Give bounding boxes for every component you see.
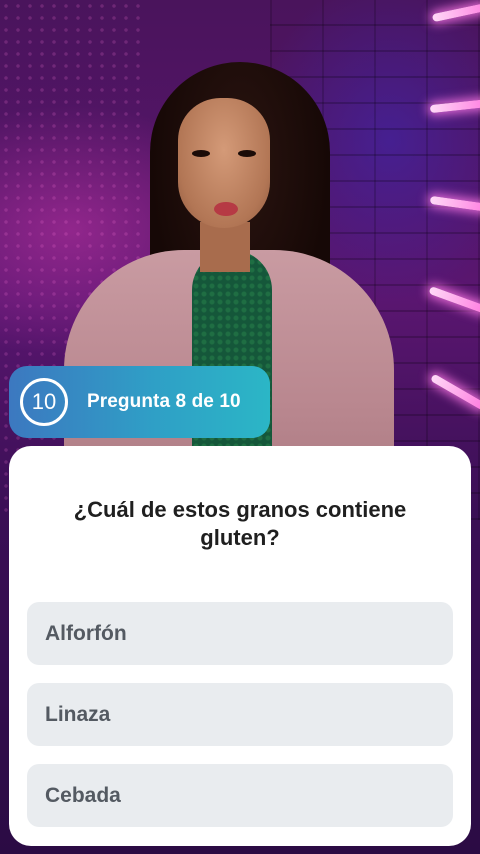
- answer-option-label: Alforfón: [45, 621, 127, 645]
- question-progress-label: Pregunta 8 de 10: [87, 391, 241, 412]
- countdown-timer-value: 10: [31, 389, 57, 414]
- presenter-eye: [238, 150, 256, 157]
- presenter-eye: [192, 150, 210, 157]
- countdown-timer: 10: [20, 378, 68, 426]
- question-progress-badge: 10 Pregunta 8 de 10: [9, 366, 270, 438]
- question-text: ¿Cuál de estos granos contiene gluten?: [73, 497, 407, 550]
- answer-option-label: Linaza: [45, 702, 111, 726]
- presenter-neck: [200, 222, 250, 272]
- answer-option-2[interactable]: Linaza: [27, 683, 453, 746]
- answer-option-1[interactable]: Alforfón: [27, 602, 453, 665]
- presenter-mouth: [214, 202, 238, 216]
- answer-option-3[interactable]: Cebada: [27, 764, 453, 827]
- question-card: ¿Cuál de estos granos contiene gluten? A…: [9, 446, 471, 846]
- answer-option-label: Cebada: [45, 783, 121, 807]
